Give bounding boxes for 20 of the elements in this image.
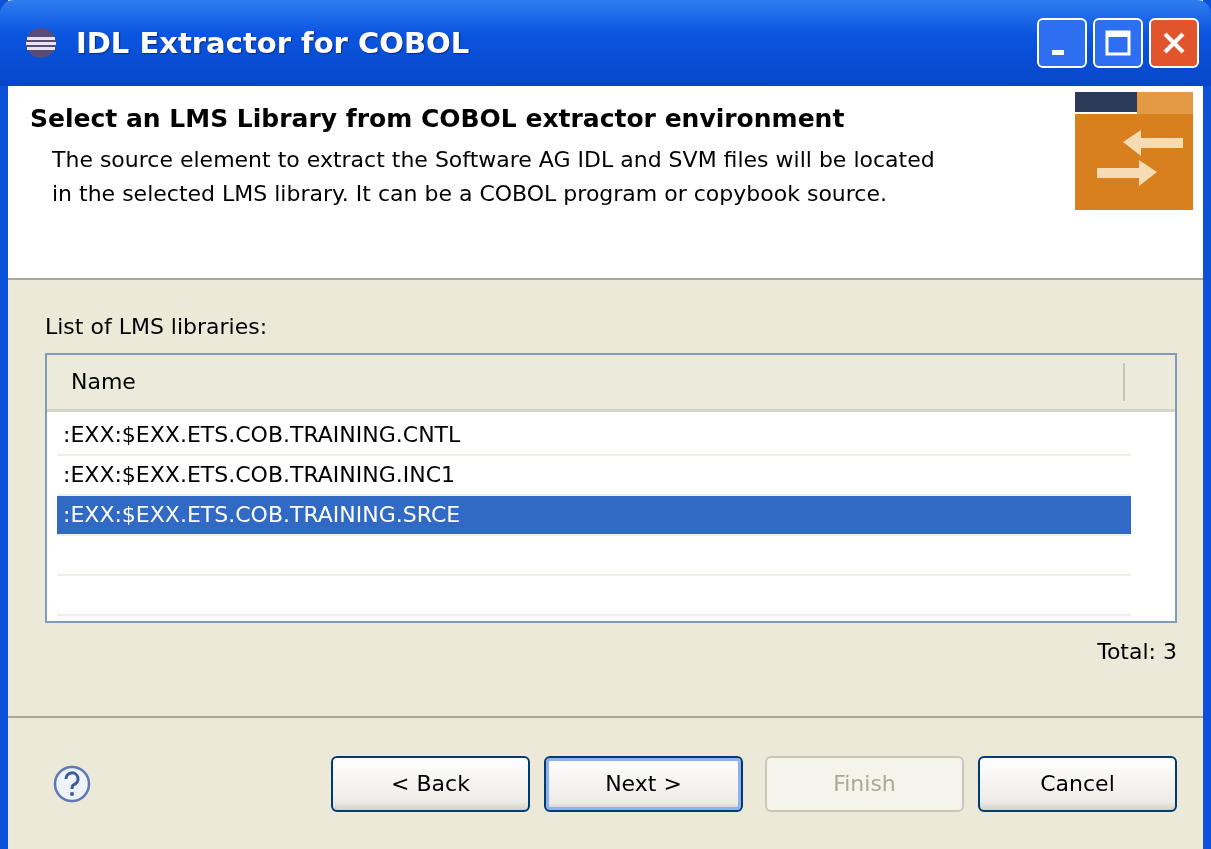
minimize-icon [1052,49,1064,55]
list-label: List of LMS libraries: [45,314,269,339]
table-row[interactable]: :EXX:$EXX.ETS.COB.TRAINING.SRCE [57,496,1131,534]
wizard-button[interactable]: Cancel [978,755,1177,812]
table-row[interactable]: :EXX:$EXX.ETS.COB.TRAINING.INC1 [57,456,1131,494]
window-title: IDL Extractor for COBOL [76,26,471,60]
globe-icon [24,26,58,60]
total-count: Total: 3 [1097,639,1177,664]
wizard-button[interactable]: < Back [331,755,530,812]
transfer-arrows-icon [1075,90,1193,212]
table-row[interactable]: :EXX:$EXX.ETS.COB.TRAINING.CNTL [57,416,1131,454]
close-button[interactable] [1149,18,1199,68]
maximize-icon [1105,30,1131,56]
minimize-button[interactable] [1037,18,1087,68]
maximize-button[interactable] [1093,18,1143,68]
page-title: Select an LMS Library from COBOL extractor environment [30,104,846,133]
help-icon[interactable] [52,763,92,804]
wizard-button[interactable]: Next > [544,755,743,812]
close-icon [1161,30,1187,56]
page-description: The source element to extract the Software AG IDL and SVM files will be located in the selected LMS library. It can be a COBOL program or copybook source. [52,146,936,208]
